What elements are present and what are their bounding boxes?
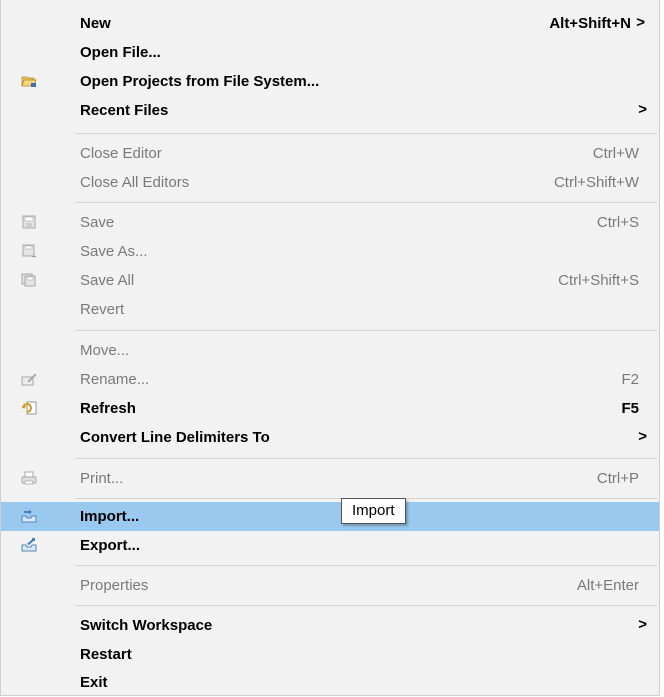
submenu-arrow-icon: > [638,428,647,445]
menu-item-import[interactable]: Import... [1,502,659,531]
menu-separator [75,458,657,459]
menu-item-label: Exit [80,674,108,691]
menu-item-label: Import... [80,508,140,525]
menu-item-label: New [80,15,111,32]
save-icon [22,215,36,229]
menu-item-label: Switch Workspace [80,617,213,634]
menu-item-label: Save All [80,272,135,289]
submenu-arrow-icon: > [636,14,645,31]
menu-item-label: Print... [80,470,124,487]
menu-item-new[interactable]: New Alt+Shift+N > [1,9,659,38]
import-icon [21,509,37,523]
menu-item-label: Save [80,214,115,231]
submenu-arrow-icon: > [638,616,647,633]
menu-item-label: Revert [80,301,125,318]
menu-item-label: Convert Line Delimiters To [80,429,270,446]
menu-item-label: Open File... [80,44,161,61]
menu-separator [75,202,657,203]
menu-item-shortcut: Ctrl+Shift+S [558,272,639,289]
menu-item-rename[interactable]: Rename... F2 [1,365,659,394]
folder-open-icon [21,76,37,87]
menu-item-recent-files[interactable]: Recent Files > [1,96,659,125]
save-all-icon [21,273,36,287]
menu-item-close-editor[interactable]: Close Editor Ctrl+W [1,139,659,168]
menu-item-open-file[interactable]: Open File... [1,38,659,67]
menu-separator [75,133,657,134]
menu-item-close-all-editors[interactable]: Close All Editors Ctrl+Shift+W [1,168,659,197]
menu-item-switch-workspace[interactable]: Switch Workspace > [1,611,659,640]
menu-item-label: Export... [80,537,141,554]
menu-item-label: Restart [80,646,132,663]
menu-item-save-all[interactable]: Save All Ctrl+Shift+S [1,266,659,295]
refresh-icon [22,401,37,415]
menu-item-shortcut: F5 [621,400,639,417]
menu-item-restart[interactable]: Restart [1,640,659,669]
menu-item-shortcut: F2 [621,371,639,388]
file-menu: New Alt+Shift+N > Open File... Open Proj… [0,0,660,696]
menu-item-label: Recent Files [80,102,169,119]
menu-separator [75,605,657,606]
menu-item-save-as[interactable]: Save As... [1,237,659,266]
menu-item-shortcut: Ctrl+Shift+W [553,174,639,191]
menu-item-label: Save As... [80,243,148,260]
submenu-arrow-icon: > [638,101,647,118]
print-icon [21,471,37,485]
import-tooltip: Import [341,498,406,524]
menu-item-label: Rename... [80,371,150,388]
menu-item-refresh[interactable]: Refresh F5 [1,394,659,423]
menu-item-shortcut: Ctrl+P [596,470,639,487]
menu-separator [75,565,657,566]
menu-item-label: Close Editor [80,145,162,162]
menu-item-exit[interactable]: Exit [1,668,659,697]
menu-item-move[interactable]: Move... [1,336,659,365]
menu-item-shortcut: Ctrl+S [596,214,639,231]
menu-item-revert[interactable]: Revert [1,295,659,324]
menu-item-label: Properties [80,577,149,594]
menu-item-export[interactable]: Export... [1,531,659,560]
save-as-icon [22,244,36,258]
menu-item-shortcut: Ctrl+W [592,145,639,162]
menu-item-save[interactable]: Save Ctrl+S [1,208,659,237]
menu-item-print[interactable]: Print... Ctrl+P [1,464,659,493]
export-icon [21,538,37,552]
menu-item-properties[interactable]: Properties Alt+Enter [1,571,659,600]
menu-item-shortcut: Alt+Enter [576,577,639,594]
menu-item-label: Close All Editors [80,174,190,191]
menu-item-label: Move... [80,342,130,359]
menu-item-label: Open Projects from File System... [80,73,320,90]
menu-item-shortcut: Alt+Shift+N [549,15,631,32]
menu-item-convert-line-delimiters[interactable]: Convert Line Delimiters To > [1,423,659,452]
menu-separator [75,330,657,331]
menu-item-label: Refresh [80,400,136,417]
rename-icon [21,373,37,386]
menu-item-open-projects[interactable]: Open Projects from File System... [1,67,659,96]
